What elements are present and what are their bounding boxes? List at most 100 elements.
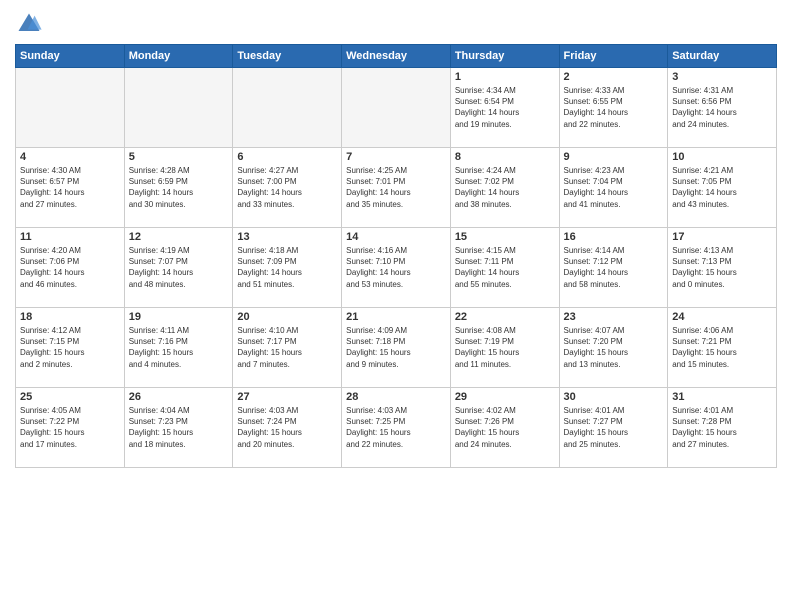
day-info: Sunrise: 4:27 AM Sunset: 7:00 PM Dayligh… <box>237 165 337 210</box>
logo-icon <box>15 10 43 38</box>
header <box>15 10 777 38</box>
calendar-cell: 6 Sunrise: 4:27 AM Sunset: 7:00 PM Daylig… <box>233 148 342 228</box>
day-info: Sunrise: 4:23 AM Sunset: 7:04 PM Dayligh… <box>564 165 664 210</box>
calendar-cell: 20Sunrise: 4:10 AM Sunset: 7:17 PM Dayli… <box>233 308 342 388</box>
day-info: Sunrise: 4:33 AM Sunset: 6:55 PM Dayligh… <box>564 85 664 130</box>
calendar-cell: 10 Sunrise: 4:21 AM Sunset: 7:05 PM Dayli… <box>668 148 777 228</box>
calendar-cell: 2 Sunrise: 4:33 AM Sunset: 6:55 PM Daylig… <box>559 68 668 148</box>
calendar-cell: 5 Sunrise: 4:28 AM Sunset: 6:59 PM Daylig… <box>124 148 233 228</box>
calendar-cell: 23Sunrise: 4:07 AM Sunset: 7:20 PM Dayli… <box>559 308 668 388</box>
calendar-cell: 28 Sunrise: 4:03 AM Sunset: 7:25 PM Dayli… <box>342 388 451 468</box>
day-number: 19 <box>129 311 229 323</box>
calendar-table: SundayMondayTuesdayWednesdayThursdayFrid… <box>15 44 777 468</box>
day-number: 23 <box>564 311 664 323</box>
calendar-cell: 19 Sunrise: 4:11 AM Sunset: 7:16 PM Dayli… <box>124 308 233 388</box>
calendar-cell: 18 Sunrise: 4:12 AM Sunset: 7:15 PM Dayli… <box>16 308 125 388</box>
day-info: Sunrise: 4:14 AM Sunset: 7:12 PM Dayligh… <box>564 245 664 290</box>
day-number: 30 <box>564 391 664 403</box>
day-number: 13 <box>237 231 337 243</box>
day-number: 11 <box>20 231 120 243</box>
calendar-cell: 13 Sunrise: 4:18 AM Sunset: 7:09 PM Dayli… <box>233 228 342 308</box>
day-info: Sunrise: 4:25 AM Sunset: 7:01 PM Dayligh… <box>346 165 446 210</box>
day-number: 26 <box>129 391 229 403</box>
day-info: Sunrise: 4:04 AM Sunset: 7:23 PM Dayligh… <box>129 405 229 450</box>
page: SundayMondayTuesdayWednesdayThursdayFrid… <box>0 0 792 612</box>
day-info: Sunrise: 4:06 AM Sunset: 7:21 PM Dayligh… <box>672 325 772 370</box>
weekday-header-tuesday: Tuesday <box>233 45 342 68</box>
calendar-cell: 25 Sunrise: 4:05 AM Sunset: 7:22 PM Dayli… <box>16 388 125 468</box>
calendar-cell <box>233 68 342 148</box>
calendar-cell: 11 Sunrise: 4:20 AM Sunset: 7:06 PM Dayli… <box>16 228 125 308</box>
calendar-cell: 8 Sunrise: 4:24 AM Sunset: 7:02 PM Daylig… <box>450 148 559 228</box>
day-info: Sunrise: 4:19 AM Sunset: 7:07 PM Dayligh… <box>129 245 229 290</box>
calendar-cell: 3Sunrise: 4:31 AM Sunset: 6:56 PM Daylig… <box>668 68 777 148</box>
day-number: 14 <box>346 231 446 243</box>
day-info: Sunrise: 4:02 AM Sunset: 7:26 PM Dayligh… <box>455 405 555 450</box>
weekday-header-saturday: Saturday <box>668 45 777 68</box>
calendar-cell: 29 Sunrise: 4:02 AM Sunset: 7:26 PM Dayli… <box>450 388 559 468</box>
day-number: 25 <box>20 391 120 403</box>
day-number: 5 <box>129 151 229 163</box>
weekday-header-row: SundayMondayTuesdayWednesdayThursdayFrid… <box>16 45 777 68</box>
day-number: 7 <box>346 151 446 163</box>
day-info: Sunrise: 4:01 AM Sunset: 7:27 PM Dayligh… <box>564 405 664 450</box>
day-number: 15 <box>455 231 555 243</box>
day-info: Sunrise: 4:01 AM Sunset: 7:28 PM Dayligh… <box>672 405 772 450</box>
day-info: Sunrise: 4:16 AM Sunset: 7:10 PM Dayligh… <box>346 245 446 290</box>
day-number: 8 <box>455 151 555 163</box>
weekday-header-monday: Monday <box>124 45 233 68</box>
calendar-cell: 30 Sunrise: 4:01 AM Sunset: 7:27 PM Dayli… <box>559 388 668 468</box>
day-info: Sunrise: 4:34 AM Sunset: 6:54 PM Dayligh… <box>455 85 555 130</box>
day-info: Sunrise: 4:20 AM Sunset: 7:06 PM Dayligh… <box>20 245 120 290</box>
day-info: Sunrise: 4:12 AM Sunset: 7:15 PM Dayligh… <box>20 325 120 370</box>
day-number: 16 <box>564 231 664 243</box>
day-number: 27 <box>237 391 337 403</box>
calendar-cell <box>342 68 451 148</box>
week-row-0: 1 Sunrise: 4:34 AM Sunset: 6:54 PM Daylig… <box>16 68 777 148</box>
day-number: 22 <box>455 311 555 323</box>
calendar-cell: 22Sunrise: 4:08 AM Sunset: 7:19 PM Dayli… <box>450 308 559 388</box>
day-number: 9 <box>564 151 664 163</box>
day-info: Sunrise: 4:05 AM Sunset: 7:22 PM Dayligh… <box>20 405 120 450</box>
calendar-cell: 24 Sunrise: 4:06 AM Sunset: 7:21 PM Dayli… <box>668 308 777 388</box>
calendar-cell: 26 Sunrise: 4:04 AM Sunset: 7:23 PM Dayli… <box>124 388 233 468</box>
day-number: 4 <box>20 151 120 163</box>
calendar-cell: 27 Sunrise: 4:03 AM Sunset: 7:24 PM Dayli… <box>233 388 342 468</box>
day-number: 18 <box>20 311 120 323</box>
day-info: Sunrise: 4:18 AM Sunset: 7:09 PM Dayligh… <box>237 245 337 290</box>
weekday-header-sunday: Sunday <box>16 45 125 68</box>
calendar-cell: 9 Sunrise: 4:23 AM Sunset: 7:04 PM Daylig… <box>559 148 668 228</box>
day-number: 2 <box>564 71 664 83</box>
day-number: 29 <box>455 391 555 403</box>
day-info: Sunrise: 4:03 AM Sunset: 7:25 PM Dayligh… <box>346 405 446 450</box>
day-number: 10 <box>672 151 772 163</box>
week-row-1: 4Sunrise: 4:30 AM Sunset: 6:57 PM Daylig… <box>16 148 777 228</box>
calendar-cell: 1 Sunrise: 4:34 AM Sunset: 6:54 PM Daylig… <box>450 68 559 148</box>
day-info: Sunrise: 4:03 AM Sunset: 7:24 PM Dayligh… <box>237 405 337 450</box>
day-info: Sunrise: 4:24 AM Sunset: 7:02 PM Dayligh… <box>455 165 555 210</box>
calendar-cell <box>16 68 125 148</box>
week-row-4: 25 Sunrise: 4:05 AM Sunset: 7:22 PM Dayli… <box>16 388 777 468</box>
calendar-cell: 7 Sunrise: 4:25 AM Sunset: 7:01 PM Daylig… <box>342 148 451 228</box>
day-number: 28 <box>346 391 446 403</box>
day-number: 1 <box>455 71 555 83</box>
calendar-cell: 12 Sunrise: 4:19 AM Sunset: 7:07 PM Dayli… <box>124 228 233 308</box>
calendar-cell: 4Sunrise: 4:30 AM Sunset: 6:57 PM Daylig… <box>16 148 125 228</box>
day-info: Sunrise: 4:11 AM Sunset: 7:16 PM Dayligh… <box>129 325 229 370</box>
calendar-cell: 14 Sunrise: 4:16 AM Sunset: 7:10 PM Dayli… <box>342 228 451 308</box>
day-number: 31 <box>672 391 772 403</box>
day-info: Sunrise: 4:21 AM Sunset: 7:05 PM Dayligh… <box>672 165 772 210</box>
calendar-cell: 15 Sunrise: 4:15 AM Sunset: 7:11 PM Dayli… <box>450 228 559 308</box>
week-row-3: 18 Sunrise: 4:12 AM Sunset: 7:15 PM Dayli… <box>16 308 777 388</box>
day-number: 21 <box>346 311 446 323</box>
logo <box>15 10 47 38</box>
day-info: Sunrise: 4:15 AM Sunset: 7:11 PM Dayligh… <box>455 245 555 290</box>
day-number: 12 <box>129 231 229 243</box>
calendar-cell: 21 Sunrise: 4:09 AM Sunset: 7:18 PM Dayli… <box>342 308 451 388</box>
day-number: 6 <box>237 151 337 163</box>
weekday-header-friday: Friday <box>559 45 668 68</box>
day-info: Sunrise: 4:10 AM Sunset: 7:17 PM Dayligh… <box>237 325 337 370</box>
day-info: Sunrise: 4:28 AM Sunset: 6:59 PM Dayligh… <box>129 165 229 210</box>
day-number: 24 <box>672 311 772 323</box>
day-info: Sunrise: 4:09 AM Sunset: 7:18 PM Dayligh… <box>346 325 446 370</box>
